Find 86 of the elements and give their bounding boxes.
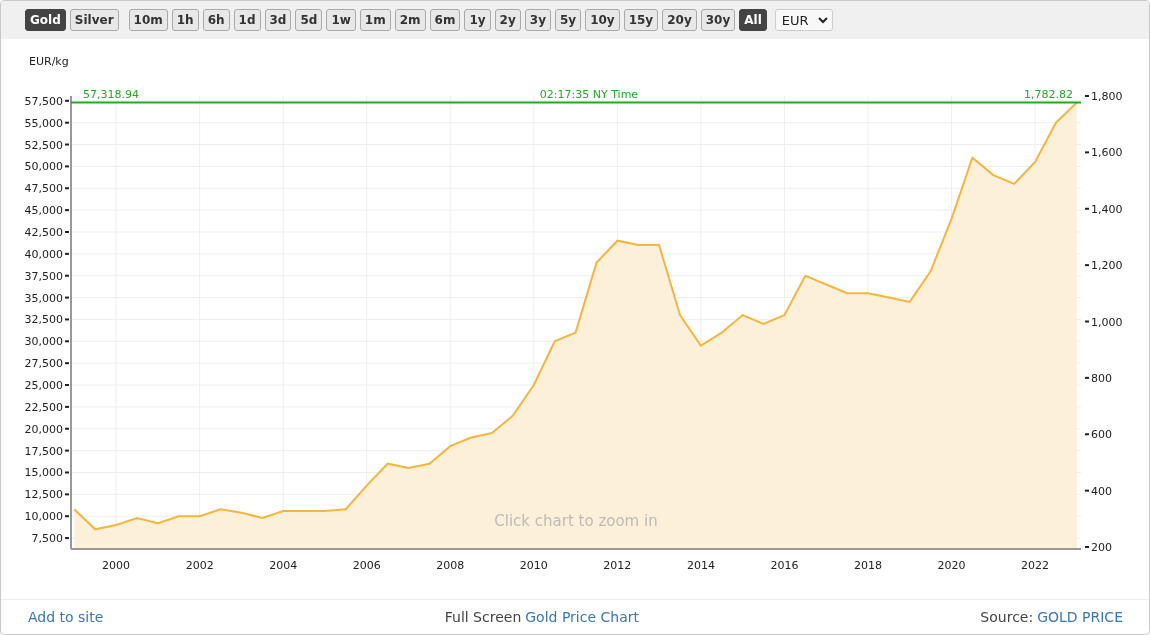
- range-button[interactable]: 1y: [464, 9, 491, 31]
- y-axis-label: 42,500: [24, 226, 69, 239]
- y2-tick-label: 1,200: [1091, 259, 1123, 273]
- range-button[interactable]: 1d: [233, 9, 261, 31]
- y-axis-label: 22,500: [24, 400, 69, 414]
- range-button[interactable]: 2y: [494, 9, 521, 31]
- source-link[interactable]: GOLD PRICE: [1037, 609, 1123, 625]
- y2-tick-label: 1,400: [1091, 202, 1123, 216]
- y2-tick-label: 1,800: [1091, 90, 1123, 103]
- range-button[interactable]: 10y: [585, 9, 620, 31]
- range-button[interactable]: 15y: [623, 9, 659, 31]
- range-button[interactable]: 1w: [326, 9, 356, 31]
- range-button[interactable]: 3d: [264, 9, 292, 31]
- x-axis-label: 2006: [352, 559, 381, 572]
- y-tick-label: 7,500: [31, 532, 63, 546]
- x-axis-label: 2008: [436, 559, 465, 572]
- metal-button[interactable]: Gold: [25, 9, 66, 31]
- y-axis-label: 40,000: [24, 247, 69, 261]
- x-axis-label: 2022: [1021, 559, 1050, 572]
- y2-tick-label: 600: [1091, 428, 1112, 442]
- range-button[interactable]: 3y: [524, 9, 551, 31]
- y-axis-label: 47,500: [24, 182, 69, 196]
- range-button[interactable]: 1h: [171, 9, 199, 31]
- x-axis-label: 2002: [185, 559, 214, 572]
- y-axis-label: 45,000: [24, 204, 69, 218]
- y-axis-label: 25,000: [24, 379, 69, 393]
- y-axis-label: 7,500: [31, 532, 69, 546]
- y-axis-label: 30,000: [24, 335, 69, 349]
- range-button[interactable]: 30y: [700, 9, 736, 31]
- y-axis-label: 32,500: [24, 313, 69, 327]
- x-axis-label: 2010: [519, 559, 548, 572]
- range-button[interactable]: 10m: [128, 9, 168, 31]
- y2-tick-label: 1,600: [1091, 146, 1123, 160]
- y-axis-label: 1,800: [1085, 90, 1123, 103]
- y2-tick-label: 800: [1091, 371, 1112, 385]
- y-axis-label: 20,000: [24, 422, 69, 436]
- y-axis-label: 57,500: [24, 94, 69, 108]
- x-axis-label: 2018: [853, 559, 882, 572]
- time-label: 02:17:35 NY Time: [539, 88, 639, 102]
- y-axis-label: 600: [1085, 428, 1112, 442]
- chart-link[interactable]: Gold Price Chart: [525, 609, 639, 625]
- y2-tick-label: 200: [1091, 541, 1112, 555]
- y2-tick-label: 400: [1091, 484, 1112, 498]
- x-axis-label: 2020: [937, 559, 966, 572]
- x-axis-label: 2016: [770, 559, 799, 572]
- y2-tick-label: 1,000: [1091, 315, 1123, 329]
- add-to-site-link[interactable]: Add to site: [28, 609, 104, 625]
- range-button[interactable]: 6m: [429, 9, 461, 31]
- x-axis-label: 2000: [102, 559, 131, 572]
- range-button[interactable]: All: [739, 9, 767, 31]
- metal-button[interactable]: Silver: [69, 9, 119, 31]
- zoom-hint: Click chart to zoom in: [494, 512, 658, 530]
- y-axis-label: 1,000: [1085, 315, 1123, 329]
- range-button[interactable]: 1m: [359, 9, 391, 31]
- y-axis-label: 37,500: [24, 269, 69, 283]
- y-axis-label: 50,000: [24, 160, 69, 174]
- y-axis-label: 55,000: [24, 116, 69, 130]
- footer-label: Full Screen: [444, 609, 522, 625]
- chevron-icon: [817, 16, 828, 24]
- y-axis-label: 400: [1085, 484, 1112, 498]
- y-axis-label: 800: [1085, 371, 1112, 385]
- y-axis-label: 27,500: [24, 357, 69, 371]
- y-axis-label: 1,400: [1085, 202, 1123, 216]
- source-label: Source:: [980, 609, 1034, 625]
- range-button[interactable]: 20y: [662, 9, 697, 31]
- unit-label: EUR/kg: [29, 55, 69, 68]
- range-button[interactable]: 2m: [394, 9, 426, 31]
- y-axis-label: 35,000: [24, 291, 69, 305]
- x-axis-label: 2004: [269, 559, 298, 572]
- y-axis-label: 12,500: [24, 488, 69, 502]
- y-axis-label: 200: [1085, 541, 1112, 555]
- current-price: 57,318.94: [83, 88, 139, 102]
- range-button[interactable]: 5d: [295, 9, 323, 31]
- range-button[interactable]: 5y: [554, 9, 582, 31]
- y-axis-label: 52,500: [24, 138, 69, 152]
- y-axis-label: 1,200: [1085, 259, 1123, 273]
- current-price: 1,782.82: [1024, 88, 1073, 102]
- y-tick-label: 42,500: [24, 225, 63, 239]
- x-axis-label: 2012: [603, 559, 632, 572]
- y-axis-label: 15,000: [24, 466, 69, 480]
- x-axis-label: 2014: [686, 559, 715, 572]
- range-button[interactable]: 6h: [202, 9, 230, 31]
- y-axis-label: 1,600: [1085, 146, 1123, 160]
- y-axis-label: 10,000: [24, 510, 69, 524]
- y-axis-label: 17,500: [24, 444, 69, 458]
- currency-select[interactable]: EUR: [774, 9, 833, 31]
